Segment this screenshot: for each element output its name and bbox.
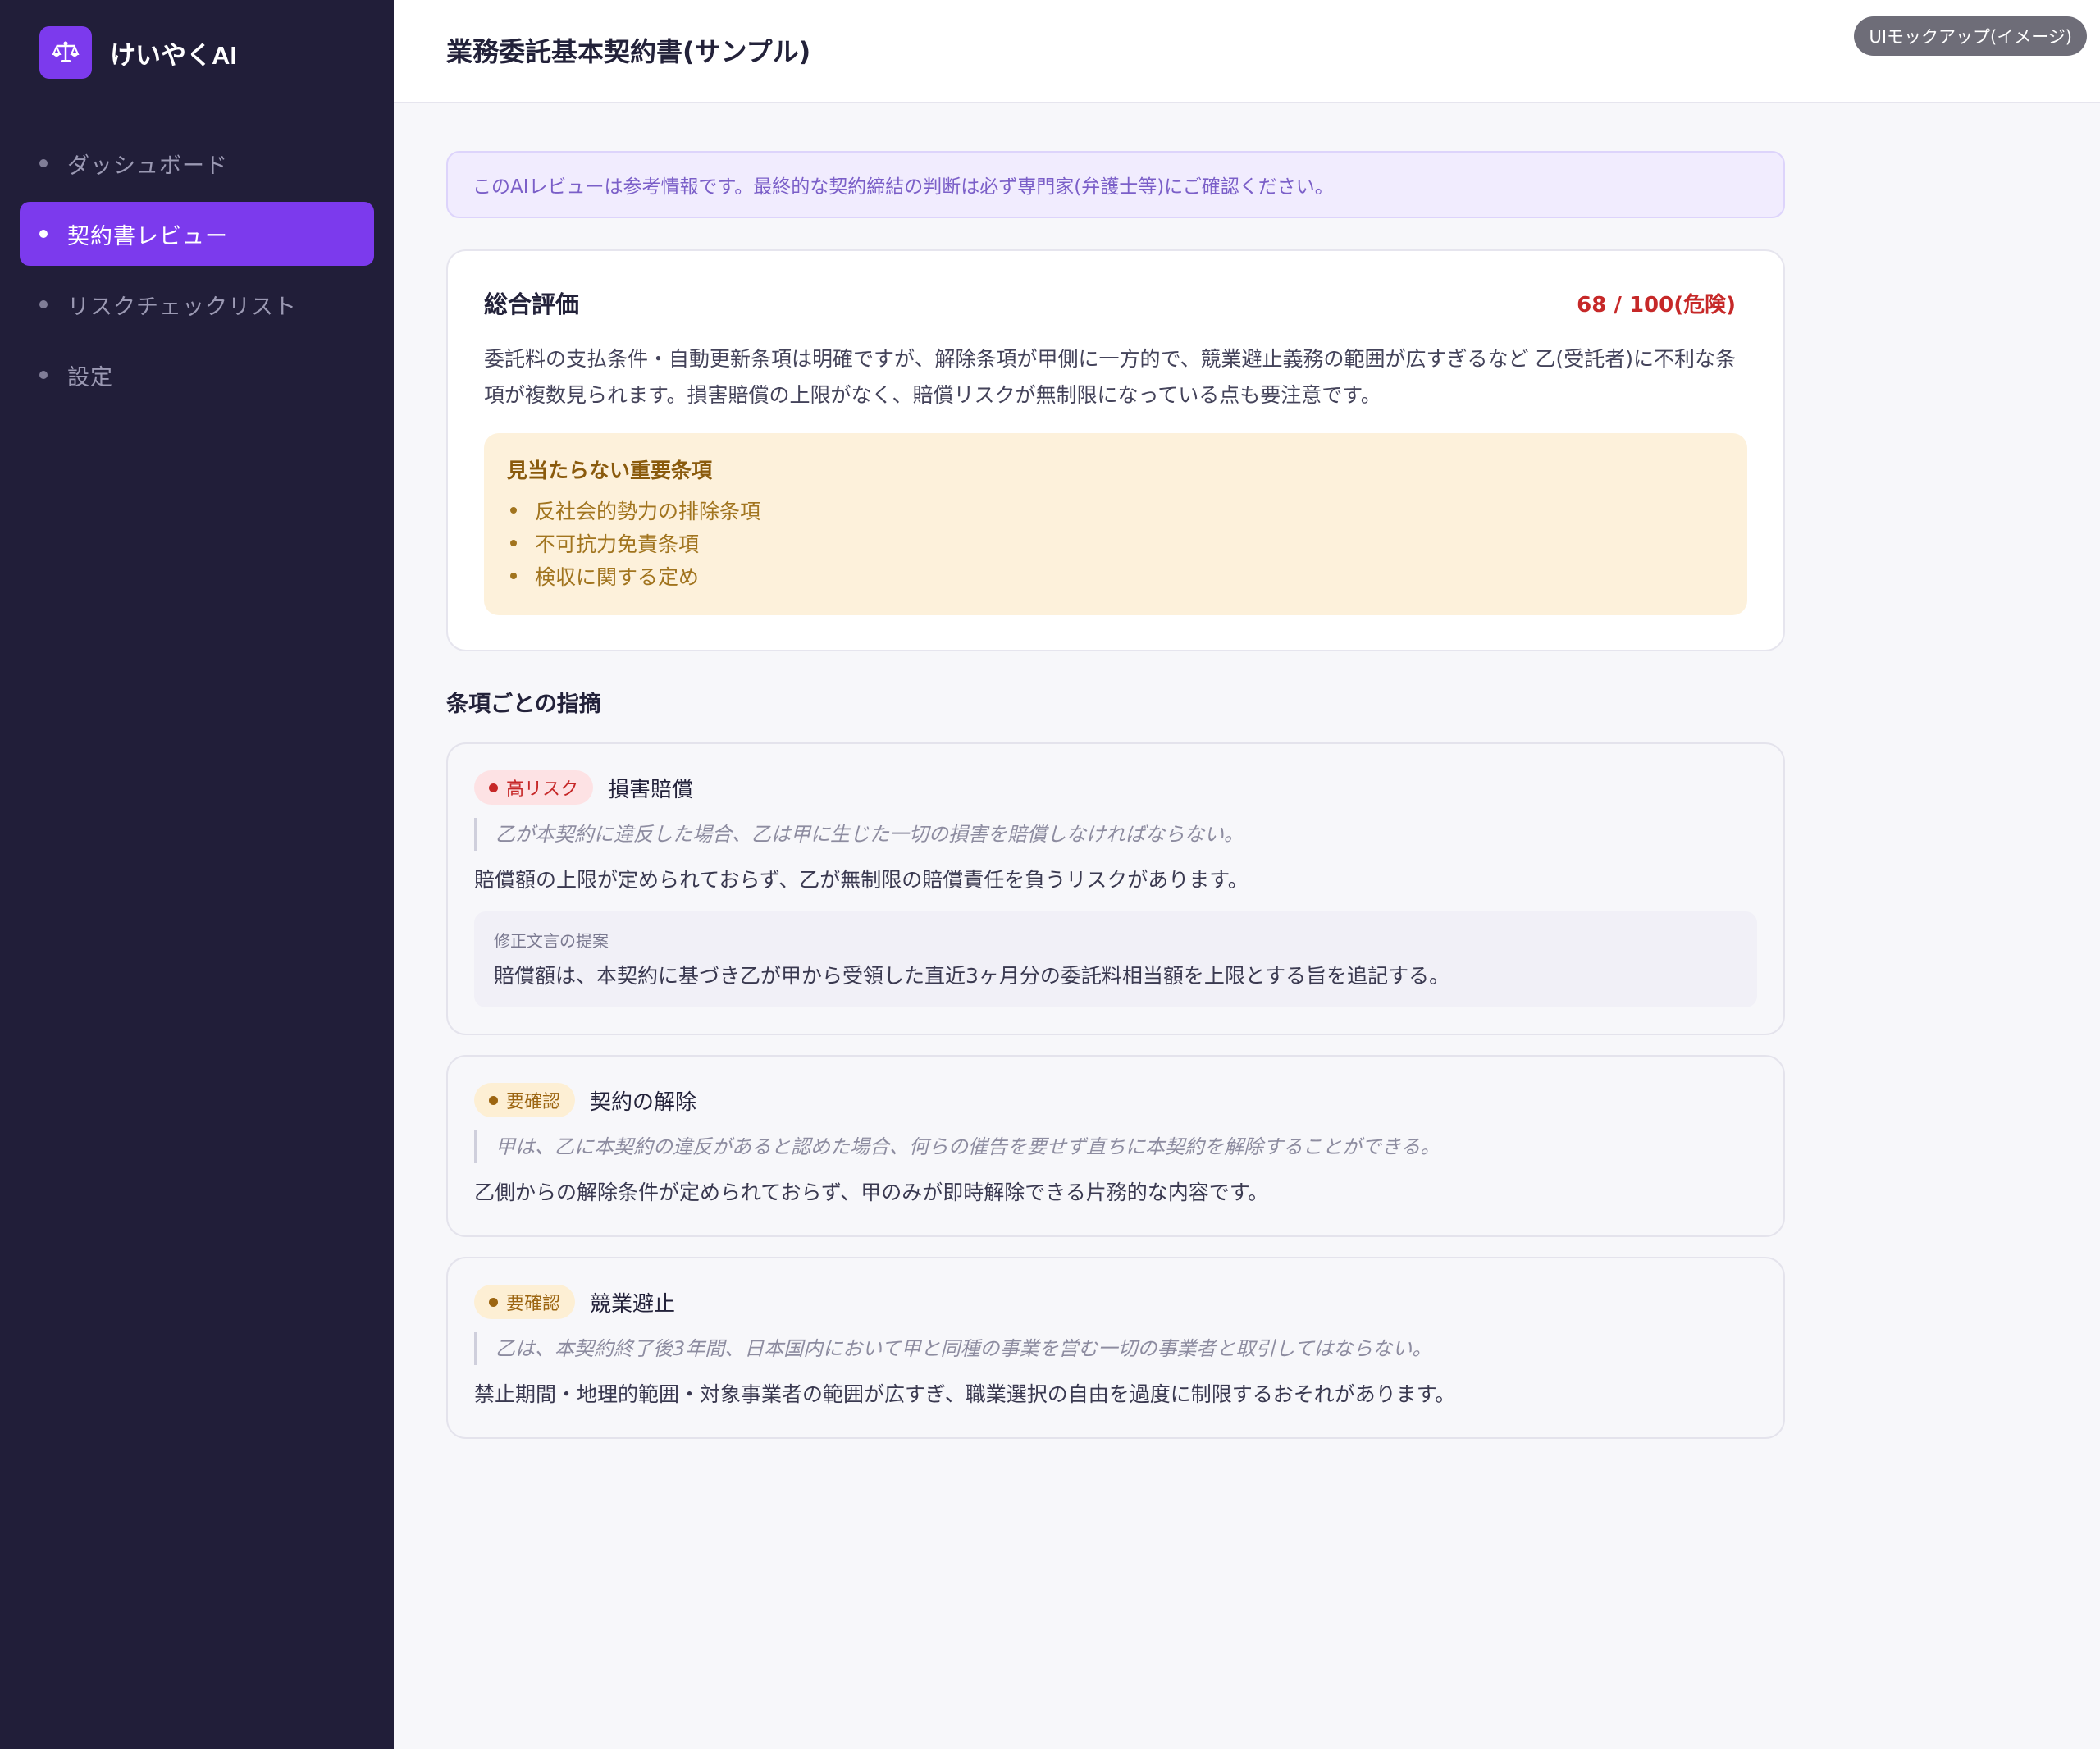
- summary-header: 総合評価 68 / 100(危険): [484, 285, 1747, 320]
- sidebar-item-contract-review[interactable]: 契約書レビュー: [20, 202, 374, 266]
- issue-comment: 賠償額の上限が定められておらず、乙が無制限の賠償責任を負うリスクがあります。: [474, 868, 1249, 892]
- clause-name: 契約の解除: [590, 1089, 697, 1115]
- bullet-icon: [510, 573, 517, 579]
- missing-clause-label: 不可抗力免責条項: [535, 532, 700, 556]
- bullet-icon: [39, 230, 48, 238]
- bullet-icon: [39, 371, 48, 379]
- sidebar-item-label: リスクチェックリスト: [67, 294, 297, 320]
- status-dot-icon: [489, 783, 498, 792]
- summary-title: 総合評価: [484, 290, 580, 318]
- list-item: 検収に関する定め: [507, 559, 1724, 592]
- risk-badge-label: 要確認: [506, 1092, 561, 1112]
- sidebar-item-risk-checklist[interactable]: リスクチェックリスト: [20, 272, 374, 336]
- clause-quote: 甲は、乙に本契約の違反があると認めた場合、何らの催告を要せず直ちに本契約を解除す…: [474, 1130, 1757, 1163]
- disclaimer-notice: このAIレビューは参考情報です。最終的な契約締結の判断は必ず専門家(弁護士等)に…: [446, 151, 1785, 218]
- risk-badge-label: 高リスク: [506, 779, 579, 800]
- status-dot-icon: [489, 1095, 498, 1105]
- missing-clauses-list: 反社会的勢力の排除条項 不可抗力免責条項 検収に関する定め: [507, 494, 1724, 592]
- missing-clause-label: 検収に関する定め: [535, 565, 700, 589]
- mockup-badge: UIモックアップ(イメージ): [1854, 16, 2087, 56]
- missing-clauses-title: 見当たらない重要条項: [507, 459, 713, 482]
- issue-header: 高リスク 損害賠償: [474, 770, 1757, 805]
- brand[interactable]: けいやくAI: [39, 26, 237, 79]
- clause-quote: 乙が本契約に違反した場合、乙は甲に生じた一切の損害を賠償しなければならない。: [474, 818, 1757, 851]
- suggestion-text: 賠償額は、本契約に基づき乙が甲から受領した直近3ヶ月分の委託料相当額を上限とする…: [494, 964, 1450, 988]
- risk-badge-label: 要確認: [506, 1294, 561, 1314]
- clause-quote: 乙は、本契約終了後3年間、日本国内において甲と同種の事業を営む一切の事業者と取引…: [474, 1332, 1757, 1365]
- risk-badge: 要確認: [474, 1285, 576, 1319]
- suggestion-label: 修正文言の提案: [494, 931, 609, 951]
- bullet-icon: [39, 300, 48, 308]
- issue-card: 高リスク 損害賠償 乙が本契約に違反した場合、乙は甲に生じた一切の損害を賠償しな…: [446, 742, 1785, 1035]
- issues-section-title: 条項ごとの指摘: [446, 692, 601, 717]
- main-content: このAIレビューは参考情報です。最終的な契約締結の判断は必ず専門家(弁護士等)に…: [446, 151, 1785, 1439]
- clause-name: 競業避止: [590, 1291, 676, 1317]
- issue-card: 要確認 契約の解除 甲は、乙に本契約の違反があると認めた場合、何らの催告を要せず…: [446, 1055, 1785, 1237]
- list-item: 不可抗力免責条項: [507, 527, 1724, 559]
- sidebar-item-label: 設定: [67, 364, 113, 390]
- notice-text: このAIレビューは参考情報です。最終的な契約締結の判断は必ず専門家(弁護士等)に…: [472, 176, 1334, 198]
- bullet-icon: [39, 159, 48, 167]
- issue-comment: 禁止期間・地理的範囲・対象事業者の範囲が広すぎ、職業選択の自由を過度に制限するお…: [474, 1382, 1456, 1406]
- sidebar-item-label: ダッシュボード: [67, 153, 228, 179]
- missing-clause-label: 反社会的勢力の排除条項: [535, 500, 761, 523]
- bullet-icon: [510, 507, 517, 514]
- page-header: 業務委託基本契約書(サンプル) UIモックアップ(イメージ): [394, 0, 2100, 103]
- page-title: 業務委託基本契約書(サンプル): [446, 36, 811, 67]
- risk-badge: 高リスク: [474, 770, 594, 805]
- sidebar-item-settings[interactable]: 設定: [20, 343, 374, 407]
- summary-text: 委託料の支払条件・自動更新条項は明確ですが、解除条項が甲側に一方的で、競業避止義…: [484, 347, 1736, 407]
- summary-card: 総合評価 68 / 100(危険) 委託料の支払条件・自動更新条項は明確ですが、…: [446, 249, 1785, 651]
- scales-icon: [39, 26, 92, 79]
- sidebar-item-dashboard[interactable]: ダッシュボード: [20, 131, 374, 195]
- sidebar-nav: ダッシュボード 契約書レビュー リスクチェックリスト 設定: [20, 131, 374, 413]
- suggestion-box: 修正文言の提案 賠償額は、本契約に基づき乙が甲から受領した直近3ヶ月分の委託料相…: [474, 911, 1757, 1007]
- issue-card: 要確認 競業避止 乙は、本契約終了後3年間、日本国内において甲と同種の事業を営む…: [446, 1257, 1785, 1439]
- bullet-icon: [510, 540, 517, 546]
- risk-score: 68 / 100(危険): [1577, 292, 1736, 317]
- brand-name: けいやくAI: [110, 40, 237, 70]
- sidebar-item-label: 契約書レビュー: [67, 223, 228, 249]
- risk-badge: 要確認: [474, 1083, 576, 1117]
- status-dot-icon: [489, 1297, 498, 1307]
- issue-header: 要確認 契約の解除: [474, 1083, 1757, 1117]
- issue-comment: 乙側からの解除条件が定められておらず、甲のみが即時解除できる片務的な内容です。: [474, 1180, 1269, 1204]
- sidebar: けいやくAI ダッシュボード 契約書レビュー リスクチェックリスト 設定: [0, 0, 394, 1749]
- missing-clauses-box: 見当たらない重要条項 反社会的勢力の排除条項 不可抗力免責条項 検収に関する定め: [484, 433, 1747, 615]
- issue-header: 要確認 競業避止: [474, 1285, 1757, 1319]
- list-item: 反社会的勢力の排除条項: [507, 494, 1724, 527]
- clause-name: 損害賠償: [608, 777, 694, 802]
